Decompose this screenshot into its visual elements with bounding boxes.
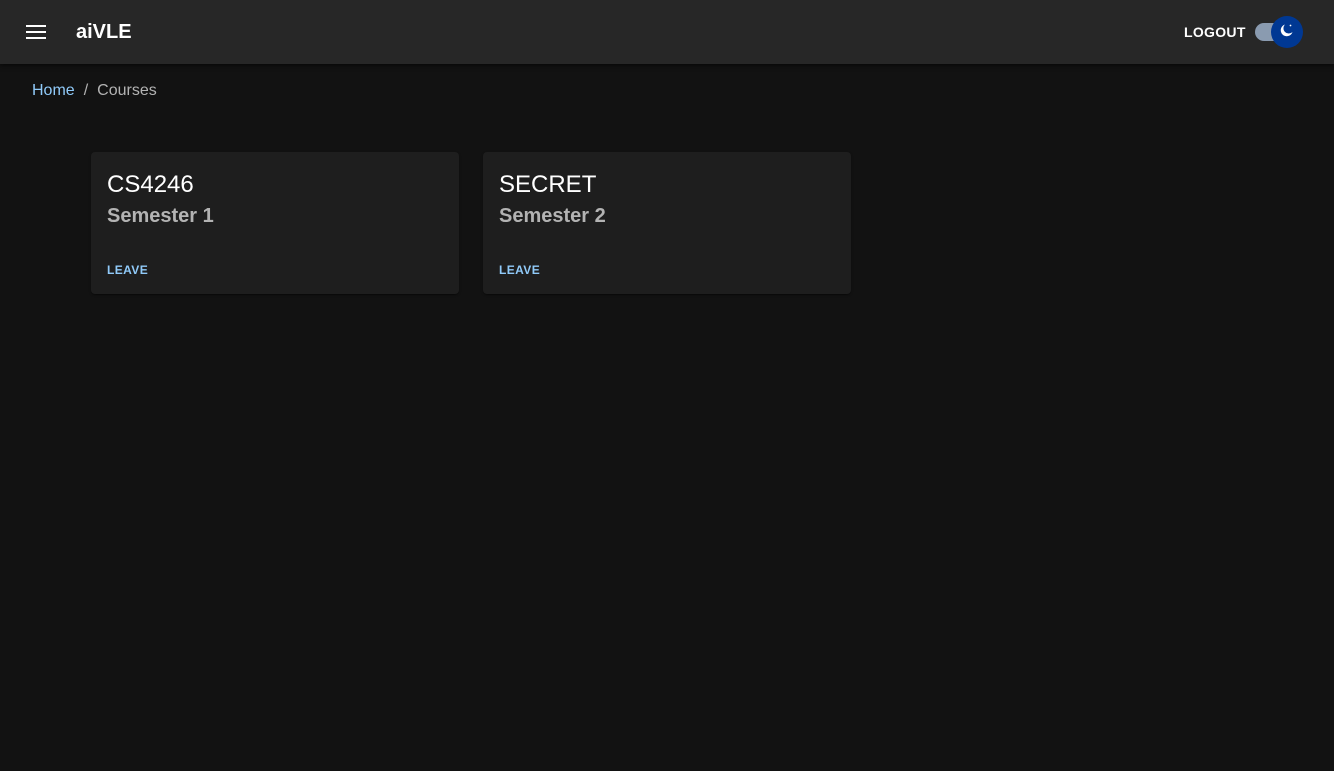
course-semester: Semester 1 bbox=[107, 205, 214, 227]
course-card: CS4246 Semester 1 LEAVE bbox=[91, 152, 459, 294]
menu-icon bbox=[26, 25, 46, 39]
moon-icon bbox=[1279, 22, 1295, 43]
toggle-thumb bbox=[1271, 16, 1303, 48]
breadcrumb: Home / Courses bbox=[32, 81, 157, 101]
menu-button[interactable] bbox=[20, 16, 52, 48]
course-code: SECRET bbox=[499, 171, 597, 198]
breadcrumb-home-link[interactable]: Home bbox=[32, 81, 75, 101]
logout-button[interactable]: LOGOUT bbox=[1176, 18, 1254, 46]
course-code: CS4246 bbox=[107, 171, 194, 198]
app-title: aiVLE bbox=[76, 21, 132, 43]
breadcrumb-separator: / bbox=[83, 82, 89, 99]
app-bar: aiVLE LOGOUT bbox=[0, 0, 1334, 64]
theme-toggle-switch[interactable] bbox=[1254, 16, 1304, 48]
leave-course-button[interactable]: LEAVE bbox=[495, 259, 544, 281]
course-semester: Semester 2 bbox=[499, 205, 606, 227]
leave-course-button[interactable]: LEAVE bbox=[103, 259, 152, 281]
course-card: SECRET Semester 2 LEAVE bbox=[483, 152, 851, 294]
breadcrumb-current: Courses bbox=[97, 82, 157, 99]
